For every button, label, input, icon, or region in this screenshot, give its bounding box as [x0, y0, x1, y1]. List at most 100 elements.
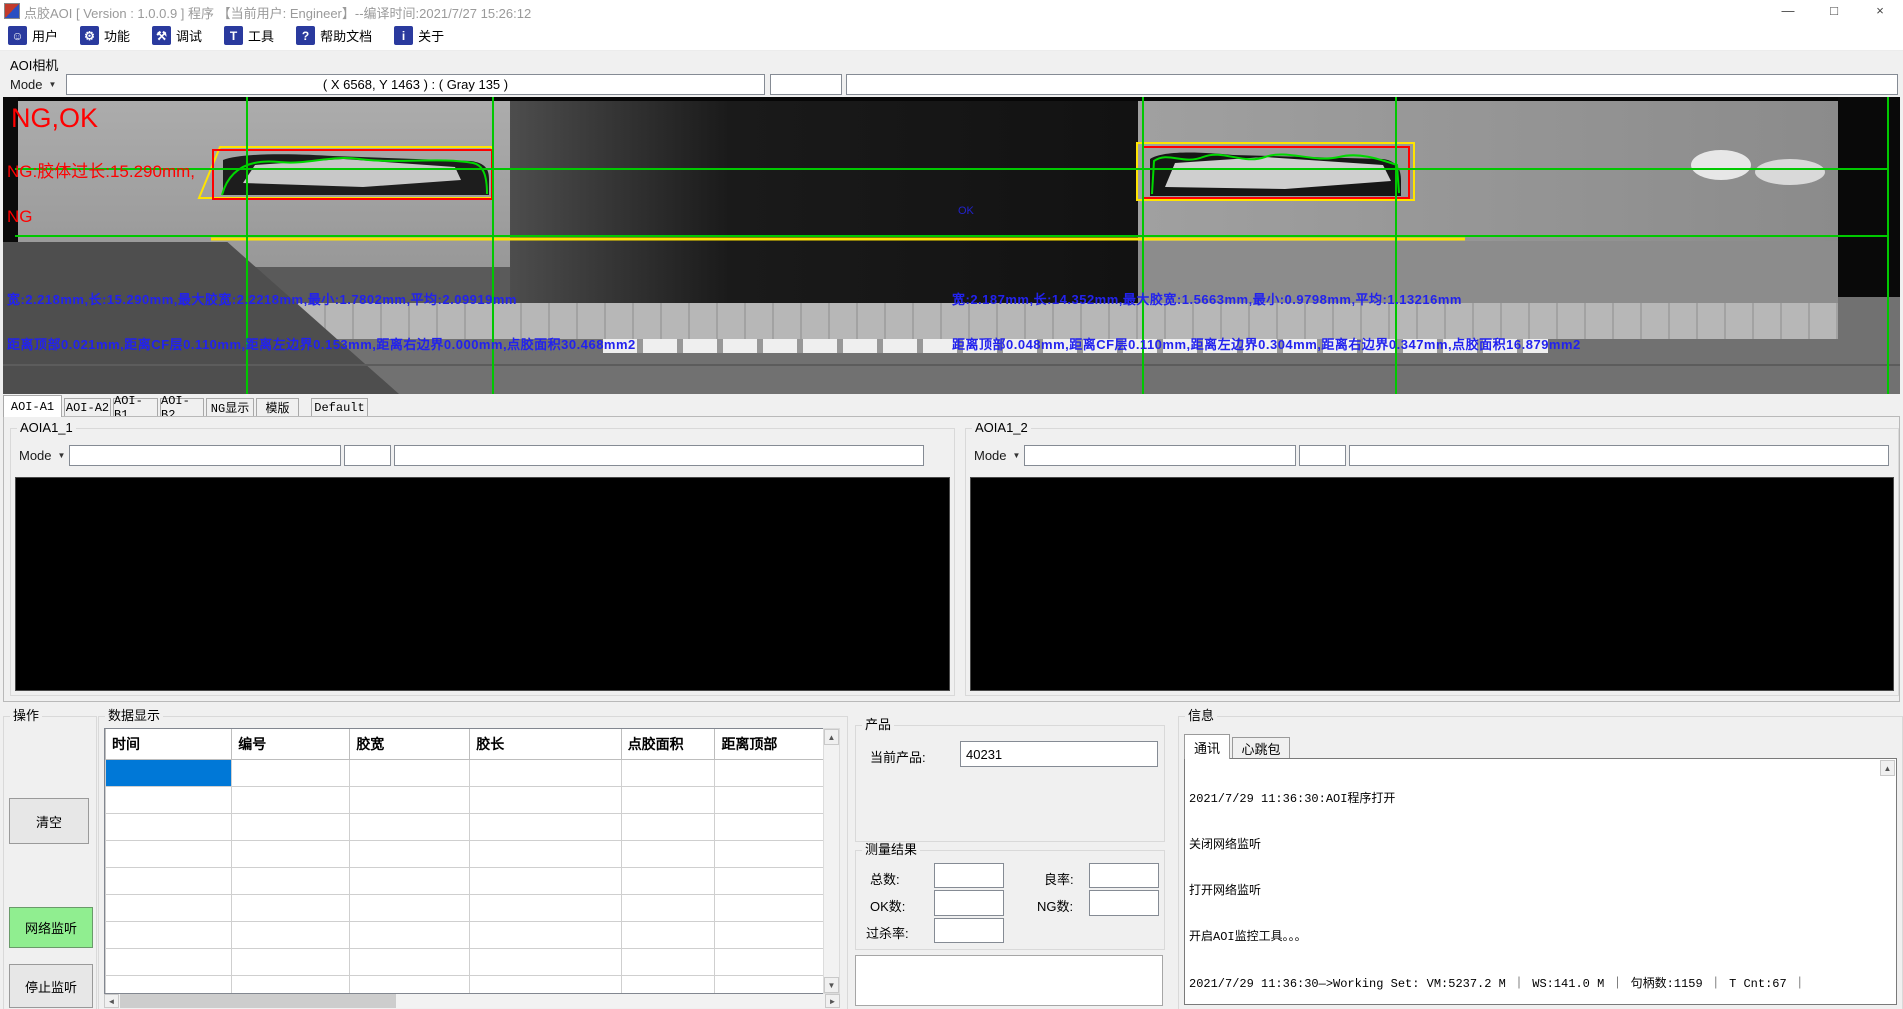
aoia1-1-field-2[interactable] — [344, 445, 391, 466]
column-header-time[interactable]: 时间 — [106, 729, 232, 760]
table-cell[interactable] — [715, 868, 839, 895]
column-header-dist-top[interactable]: 距离顶部 — [715, 729, 839, 760]
table-cell[interactable] — [715, 949, 839, 976]
toolbar-debug-button[interactable]: ⚒ 调试 — [152, 26, 202, 45]
table-cell[interactable] — [232, 895, 350, 922]
network-listen-button[interactable]: 网络监听 — [9, 907, 93, 948]
table-cell[interactable] — [350, 814, 470, 841]
scroll-right-icon[interactable]: ► — [825, 994, 840, 1008]
table-cell[interactable] — [715, 841, 839, 868]
current-product-field[interactable]: 40231 — [960, 741, 1158, 767]
column-header-glue-width[interactable]: 胶宽 — [350, 729, 470, 760]
aoia1-2-mode-combo[interactable]: Mode ▼ — [974, 448, 1020, 463]
camera-view[interactable]: NG,OK NG:胶体过长:15.290mm, NG OK 宽:2.218mm,… — [3, 97, 1900, 394]
tab-comm[interactable]: 通讯 — [1184, 734, 1230, 759]
tab-aoi-b2[interactable]: AOI-B2 — [160, 398, 204, 416]
table-cell[interactable] — [621, 868, 715, 895]
table-cell[interactable] — [715, 814, 839, 841]
table-cell[interactable] — [621, 922, 715, 949]
aoia1-1-field-3[interactable] — [394, 445, 924, 466]
table-cell[interactable] — [621, 949, 715, 976]
table-cell[interactable] — [106, 841, 232, 868]
table-cell[interactable] — [232, 976, 350, 995]
table-cell[interactable] — [350, 895, 470, 922]
table-cell[interactable] — [106, 760, 232, 787]
scroll-up-icon[interactable]: ▲ — [1880, 760, 1895, 776]
table-cell[interactable] — [470, 841, 621, 868]
table-cell[interactable] — [621, 760, 715, 787]
column-header-glue-area[interactable]: 点胶面积 — [621, 729, 715, 760]
table-cell[interactable] — [470, 814, 621, 841]
table-vertical-scrollbar[interactable]: ▲ ▼ — [823, 728, 840, 994]
table-cell[interactable] — [715, 787, 839, 814]
scroll-left-icon[interactable]: ◄ — [104, 994, 119, 1008]
close-button[interactable]: × — [1857, 0, 1903, 21]
table-cell[interactable] — [350, 949, 470, 976]
scroll-down-icon[interactable]: ▼ — [824, 977, 839, 993]
table-cell[interactable] — [621, 976, 715, 995]
table-cell[interactable] — [470, 760, 621, 787]
table-cell[interactable] — [715, 922, 839, 949]
tab-heartbeat[interactable]: 心跳包 — [1232, 737, 1290, 759]
camera-aux-field-1[interactable] — [770, 74, 842, 95]
table-cell[interactable] — [106, 976, 232, 995]
table-cell[interactable] — [106, 868, 232, 895]
aoia1-1-field-1[interactable] — [69, 445, 341, 466]
aoia1-1-mode-combo[interactable]: Mode ▼ — [19, 448, 65, 463]
toolbar-user-button[interactable]: ☺ 用户 — [8, 26, 58, 45]
camera-mode-combo[interactable]: Mode ▼ — [10, 77, 56, 92]
tab-aoi-a2[interactable]: AOI-A2 — [64, 398, 111, 416]
table-cell[interactable] — [106, 922, 232, 949]
table-cell[interactable] — [350, 760, 470, 787]
toolbar-help-button[interactable]: ? 帮助文档 — [296, 26, 372, 45]
table-cell[interactable] — [232, 814, 350, 841]
result-list-box[interactable] — [855, 955, 1163, 1006]
table-cell[interactable] — [621, 841, 715, 868]
table-cell[interactable] — [350, 868, 470, 895]
aoia1-2-field-2[interactable] — [1299, 445, 1346, 466]
table-cell[interactable] — [232, 841, 350, 868]
stop-listen-button[interactable]: 停止监听 — [9, 964, 93, 1008]
aoia1-2-field-1[interactable] — [1024, 445, 1296, 466]
table-cell[interactable] — [470, 922, 621, 949]
tab-template[interactable]: 模版 — [256, 398, 299, 416]
toolbar-function-button[interactable]: ⚙ 功能 — [80, 26, 130, 45]
table-cell[interactable] — [621, 814, 715, 841]
table-cell[interactable] — [232, 787, 350, 814]
table-cell[interactable] — [621, 895, 715, 922]
table-cell[interactable] — [106, 787, 232, 814]
table-cell[interactable] — [232, 760, 350, 787]
table-horizontal-scrollbar[interactable]: ◄ ► — [104, 994, 840, 1008]
scroll-up-icon[interactable]: ▲ — [824, 729, 839, 745]
minimize-button[interactable]: — — [1765, 0, 1811, 21]
table-cell[interactable] — [350, 841, 470, 868]
table-cell[interactable] — [350, 976, 470, 995]
table-cell[interactable] — [106, 814, 232, 841]
column-header-glue-length[interactable]: 胶长 — [470, 729, 621, 760]
column-header-id[interactable]: 编号 — [232, 729, 350, 760]
tab-default[interactable]: Default — [311, 398, 368, 416]
maximize-button[interactable]: □ — [1811, 0, 1857, 21]
camera-aux-field-2[interactable] — [846, 74, 1898, 95]
overkill-rate-field[interactable] — [934, 918, 1004, 943]
scrollbar-thumb[interactable] — [120, 994, 396, 1008]
table-cell[interactable] — [350, 922, 470, 949]
ok-count-field[interactable] — [934, 890, 1004, 916]
table-cell[interactable] — [470, 949, 621, 976]
aoia1-2-field-3[interactable] — [1349, 445, 1889, 466]
clear-button[interactable]: 清空 — [9, 798, 89, 844]
table-cell[interactable] — [470, 895, 621, 922]
tab-ng-display[interactable]: NG显示 — [206, 398, 254, 416]
table-cell[interactable] — [470, 787, 621, 814]
tab-aoi-a1[interactable]: AOI-A1 — [3, 395, 62, 417]
toolbar-about-button[interactable]: i 关于 — [394, 26, 444, 45]
table-cell[interactable] — [715, 895, 839, 922]
toolbar-tools-button[interactable]: T 工具 — [224, 26, 274, 45]
table-cell[interactable] — [715, 760, 839, 787]
table-cell[interactable] — [232, 949, 350, 976]
ng-count-field[interactable] — [1089, 890, 1159, 916]
table-cell[interactable] — [106, 895, 232, 922]
table-cell[interactable] — [232, 868, 350, 895]
table-cell[interactable] — [106, 949, 232, 976]
table-cell[interactable] — [350, 787, 470, 814]
